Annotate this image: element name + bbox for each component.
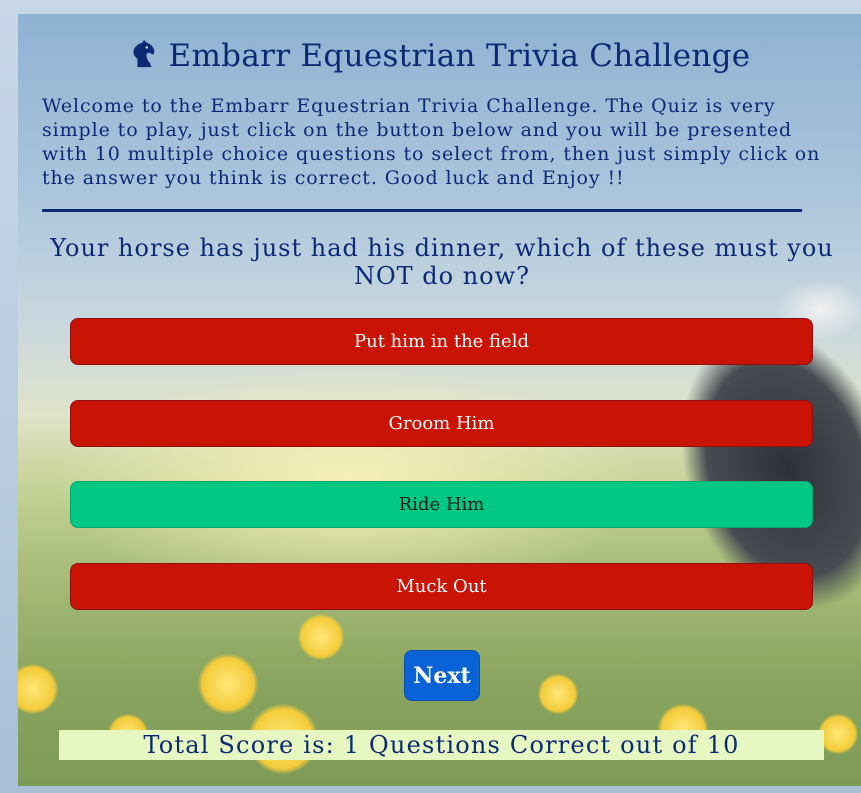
answer-button-4[interactable]: Muck Out — [70, 563, 813, 610]
answer-button-2[interactable]: Groom Him — [70, 400, 813, 447]
intro-text: Welcome to the Embarr Equestrian Trivia … — [42, 95, 821, 189]
quiz-panel: Embarr Equestrian Trivia Challenge Welco… — [18, 14, 861, 786]
horse-head-icon — [132, 39, 154, 68]
question-text: Your horse has just had his dinner, whic… — [50, 234, 834, 290]
divider — [42, 209, 802, 212]
page-title: Embarr Equestrian Trivia Challenge — [18, 38, 861, 74]
answer-button-1[interactable]: Put him in the field — [70, 318, 813, 365]
next-button[interactable]: Next — [404, 650, 480, 701]
answer-button-3[interactable]: Ride Him — [70, 481, 813, 528]
page-title-text: Embarr Equestrian Trivia Challenge — [168, 38, 751, 74]
score-display: Total Score is: 1 Questions Correct out … — [59, 730, 824, 760]
